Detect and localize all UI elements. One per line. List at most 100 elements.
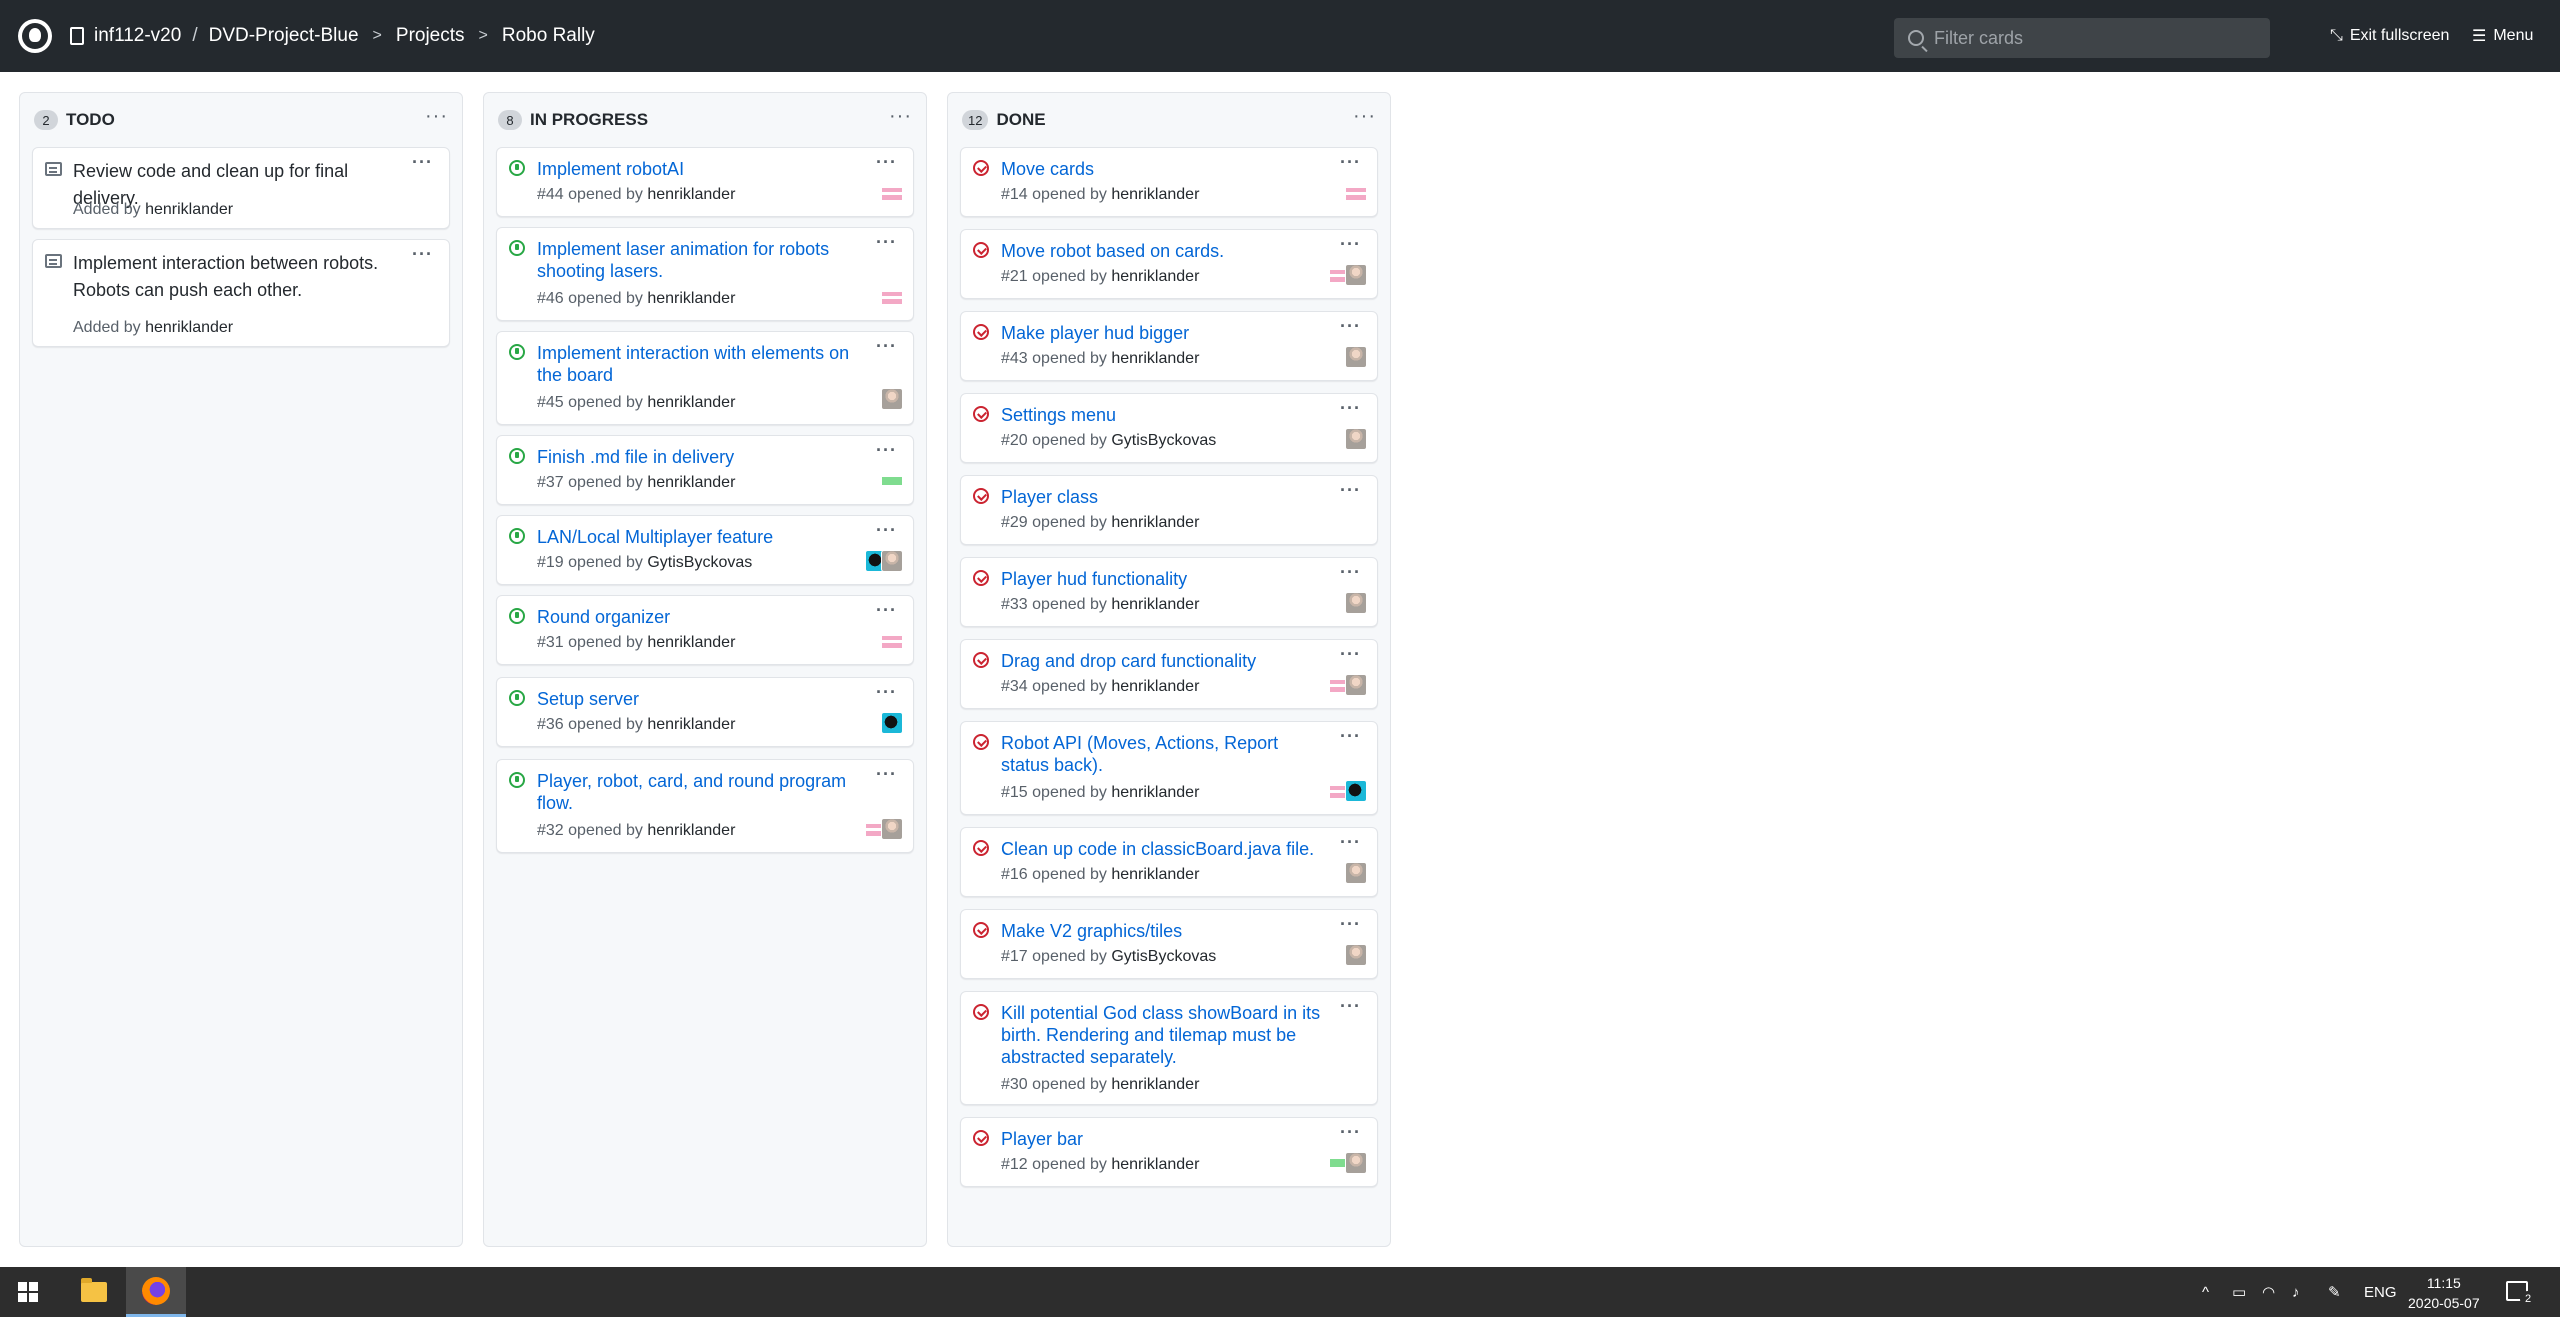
card-user[interactable]: henriklander [1111,1156,1199,1173]
issue-card[interactable]: LAN/Local Multiplayer feature ··· #19 op… [496,515,914,585]
tray-up-arrow-icon[interactable]: ^ [2202,1267,2209,1317]
avatar[interactable] [1345,674,1367,696]
avatar[interactable] [1345,428,1367,450]
issue-title-link[interactable]: Make V2 graphics/tiles [1001,920,1327,942]
windows-start-icon[interactable] [18,1282,38,1302]
issue-title-link[interactable]: Player, robot, card, and round program f… [537,770,863,814]
avatar[interactable] [1345,862,1367,884]
issue-title-link[interactable]: Settings menu [1001,404,1327,426]
column-menu-icon[interactable]: ··· [1353,105,1376,128]
card-user[interactable]: henriklander [145,319,233,336]
avatar[interactable] [881,712,903,734]
card-menu-icon[interactable]: ··· [1340,644,1361,665]
issue-title-link[interactable]: Robot API (Moves, Actions, Report status… [1001,732,1327,776]
card-user[interactable]: GytisByckovas [647,554,752,571]
battery-icon[interactable]: ▭ [2232,1267,2246,1317]
card-menu-icon[interactable]: ··· [876,600,897,621]
card-menu-icon[interactable]: ··· [1340,726,1361,747]
issue-title-link[interactable]: Setup server [537,688,863,710]
card-user[interactable]: henriklander [1111,186,1199,203]
issue-title-link[interactable]: Clean up code in classicBoard.java file. [1001,838,1327,860]
card-user[interactable]: henriklander [1111,678,1199,695]
issue-card[interactable]: Implement interaction with elements on t… [496,331,914,425]
issue-title-link[interactable]: Implement laser animation for robots sho… [537,238,863,282]
card-user[interactable]: henriklander [1111,1076,1199,1093]
issue-card[interactable]: Drag and drop card functionality ··· #34… [960,639,1378,709]
filter-cards-search[interactable] [1894,18,2270,58]
issue-card[interactable]: Implement laser animation for robots sho… [496,227,914,321]
card-user[interactable]: henriklander [1111,268,1199,285]
issue-title-link[interactable]: Finish .md file in delivery [537,446,863,468]
issue-card[interactable]: Implement robotAI ··· #44 opened by henr… [496,147,914,217]
issue-card[interactable]: Clean up code in classicBoard.java file.… [960,827,1378,897]
card-menu-icon[interactable]: ··· [1340,832,1361,853]
breadcrumb-repo-link[interactable]: DVD-Project-Blue [209,25,359,47]
avatar[interactable] [1345,182,1367,204]
avatar[interactable] [1345,944,1367,966]
card-menu-icon[interactable]: ··· [412,152,433,173]
card-menu-icon[interactable]: ··· [412,244,433,265]
issue-card[interactable]: Setup server ··· #36 opened by henriklan… [496,677,914,747]
file-explorer-icon[interactable] [64,1267,124,1317]
avatar[interactable] [881,470,903,492]
avatar[interactable] [1345,346,1367,368]
card-user[interactable]: henriklander [647,716,735,733]
card-menu-icon[interactable]: ··· [876,682,897,703]
issue-card[interactable]: Round organizer ··· #31 opened by henrik… [496,595,914,665]
card-menu-icon[interactable]: ··· [876,440,897,461]
avatar[interactable] [881,550,903,572]
breadcrumb-org-link[interactable]: inf112-v20 [94,25,181,47]
card-user[interactable]: henriklander [1111,350,1199,367]
issue-card[interactable]: Player, robot, card, and round program f… [496,759,914,853]
card-user[interactable]: henriklander [1111,596,1199,613]
issue-title-link[interactable]: LAN/Local Multiplayer feature [537,526,863,548]
card-user[interactable]: henriklander [647,474,735,491]
issue-card[interactable]: Player bar ··· #12 opened by henriklande… [960,1117,1378,1187]
avatar[interactable] [1345,1152,1367,1174]
card-user[interactable]: henriklander [1111,514,1199,531]
card-menu-icon[interactable]: ··· [1340,152,1361,173]
avatar[interactable] [881,182,903,204]
issue-card[interactable]: Player class ··· #29 opened by henriklan… [960,475,1378,545]
issue-title-link[interactable]: Drag and drop card functionality [1001,650,1327,672]
card-user[interactable]: GytisByckovas [1111,432,1216,449]
card-user[interactable]: henriklander [647,290,735,307]
avatar[interactable] [1345,780,1367,802]
avatar[interactable] [1345,592,1367,614]
card-menu-icon[interactable]: ··· [876,152,897,173]
issue-card[interactable]: Move robot based on cards. ··· #21 opene… [960,229,1378,299]
issue-title-link[interactable]: Make player hud bigger [1001,322,1327,344]
issue-title-link[interactable]: Implement robotAI [537,158,863,180]
card-menu-icon[interactable]: ··· [876,520,897,541]
card-user[interactable]: henriklander [647,186,735,203]
note-card[interactable]: Implement interaction between robots. Ro… [32,239,450,347]
card-menu-icon[interactable]: ··· [1340,914,1361,935]
card-menu-icon[interactable]: ··· [1340,398,1361,419]
card-menu-icon[interactable]: ··· [876,764,897,785]
pen-icon[interactable]: ✎ [2328,1267,2341,1317]
firefox-icon[interactable] [126,1267,186,1317]
card-menu-icon[interactable]: ··· [1340,996,1361,1017]
issue-title-link[interactable]: Player class [1001,486,1327,508]
column-menu-icon[interactable]: ··· [889,105,912,128]
note-card[interactable]: Review code and clean up for final deliv… [32,147,450,229]
issue-card[interactable]: Kill potential God class showBoard in it… [960,991,1378,1105]
issue-card[interactable]: Finish .md file in delivery ··· #37 open… [496,435,914,505]
menu-button[interactable]: ☰ Menu [2472,0,2533,72]
issue-card[interactable]: Move cards ··· #14 opened by henriklande… [960,147,1378,217]
card-menu-icon[interactable]: ··· [1340,234,1361,255]
breadcrumb-projects-link[interactable]: Projects [396,25,465,47]
github-logo-icon[interactable] [18,19,52,53]
avatar[interactable] [881,286,903,308]
card-user[interactable]: henriklander [145,201,233,218]
volume-icon[interactable]: ♪ [2292,1267,2300,1317]
filter-cards-input[interactable] [1934,27,2254,49]
issue-title-link[interactable]: Kill potential God class showBoard in it… [1001,1002,1327,1068]
issue-card[interactable]: Make player hud bigger ··· #43 opened by… [960,311,1378,381]
issue-title-link[interactable]: Player bar [1001,1128,1327,1150]
card-menu-icon[interactable]: ··· [1340,562,1361,583]
avatar[interactable] [1345,264,1367,286]
issue-title-link[interactable]: Player hud functionality [1001,568,1327,590]
issue-title-link[interactable]: Implement interaction with elements on t… [537,342,863,386]
issue-card[interactable]: Make V2 graphics/tiles ··· #17 opened by… [960,909,1378,979]
